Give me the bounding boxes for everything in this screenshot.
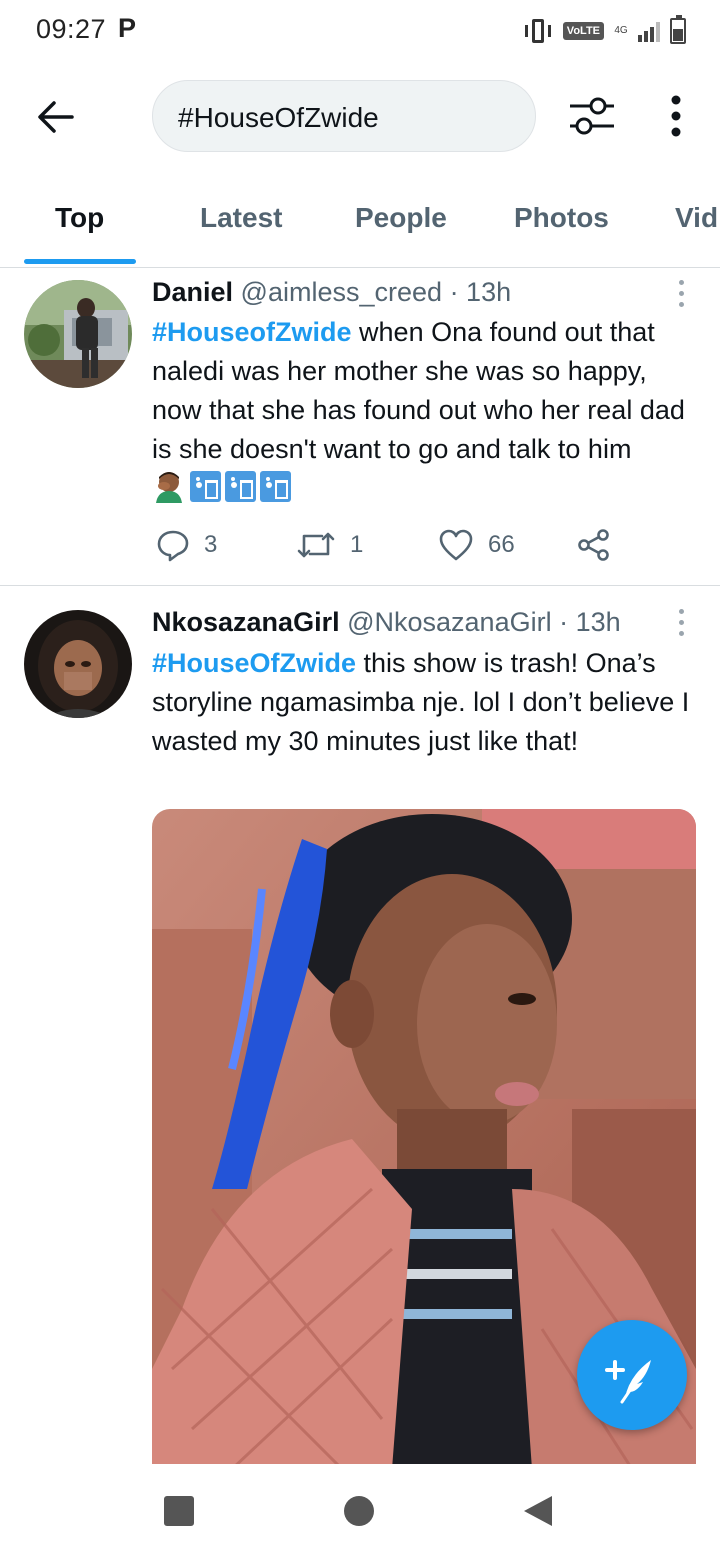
search-tabs: Top Latest People Photos Vid xyxy=(0,186,720,268)
more-options-icon[interactable] xyxy=(664,95,688,137)
system-navigation-bar xyxy=(0,1464,720,1560)
status-icons: VoLTE 4G xyxy=(523,15,686,44)
author-name[interactable]: Daniel xyxy=(152,277,233,307)
tweet-header: Daniel @aimless_creed · 13h xyxy=(152,277,511,308)
hashtag-link[interactable]: #HouseofZwide xyxy=(152,317,352,347)
avatar[interactable] xyxy=(24,610,132,718)
back-arrow-icon[interactable] xyxy=(34,95,78,139)
tweet-header: NkosazanaGirl @NkosazanaGirl · 13h xyxy=(152,607,621,638)
reply-count: 3 xyxy=(204,531,218,558)
back-button[interactable] xyxy=(522,1494,554,1528)
tab-videos[interactable]: Vid xyxy=(675,202,718,234)
facepalm-emoji-icon xyxy=(156,472,182,503)
share-button[interactable] xyxy=(577,528,611,562)
tab-top[interactable]: Top xyxy=(55,202,104,234)
trash-bin-emoji-icon xyxy=(225,470,256,502)
tweet-text: #HouseOfZwide this show is trash! Ona’s … xyxy=(152,644,692,761)
like-button[interactable]: 66 xyxy=(438,528,515,562)
author-handle[interactable]: @NkosazanaGirl xyxy=(347,607,551,637)
network-type: 4G xyxy=(614,25,628,36)
trash-bin-emoji-icon xyxy=(190,470,221,502)
volte-badge: VoLTE xyxy=(562,22,604,40)
notification-icon: P xyxy=(118,13,137,43)
tweet-menu-icon[interactable] xyxy=(676,280,686,310)
status-time: 09:27 xyxy=(36,14,107,44)
tab-photos[interactable]: Photos xyxy=(514,202,609,234)
tweet-menu-icon[interactable] xyxy=(676,609,686,639)
battery-icon xyxy=(670,15,686,44)
tweet-time: · 13h xyxy=(449,277,512,307)
hashtag-link[interactable]: #HouseOfZwide xyxy=(152,648,356,678)
avatar[interactable] xyxy=(24,280,132,388)
retweet-count: 1 xyxy=(350,531,364,558)
tab-latest[interactable]: Latest xyxy=(200,202,282,234)
active-tab-indicator xyxy=(24,259,136,264)
trash-bin-emoji-icon xyxy=(260,470,291,502)
share-icon xyxy=(578,529,609,561)
compose-tweet-button[interactable] xyxy=(577,1320,687,1430)
filter-settings-icon[interactable] xyxy=(566,94,618,138)
retweet-button[interactable]: 1 xyxy=(296,528,363,562)
author-name[interactable]: NkosazanaGirl xyxy=(152,607,340,637)
home-button[interactable] xyxy=(344,1496,374,1526)
reply-icon xyxy=(157,530,189,562)
tweet-time: · 13h xyxy=(559,607,621,637)
status-bar: 09:27 P VoLTE 4G xyxy=(0,0,720,64)
signal-icon xyxy=(638,20,660,42)
heart-icon xyxy=(439,529,473,561)
tweet-actions: 3 1 66 xyxy=(152,528,632,568)
search-query: #HouseOfZwide xyxy=(178,102,379,133)
emoji-group xyxy=(152,469,291,503)
retweet-icon xyxy=(297,532,335,558)
recent-apps-button[interactable] xyxy=(164,1496,194,1526)
vibrate-icon xyxy=(523,19,553,43)
compose-feather-icon xyxy=(605,1360,651,1404)
tweet-text: #HouseofZwide when Ona found out that na… xyxy=(152,313,692,508)
reply-button[interactable]: 3 xyxy=(156,528,217,562)
author-handle[interactable]: @aimless_creed xyxy=(241,277,443,307)
search-input[interactable]: #HouseOfZwide xyxy=(152,80,536,152)
tab-people[interactable]: People xyxy=(355,202,447,234)
tweet[interactable]: Daniel @aimless_creed · 13h #HouseofZwid… xyxy=(0,268,720,586)
like-count: 66 xyxy=(488,531,515,558)
